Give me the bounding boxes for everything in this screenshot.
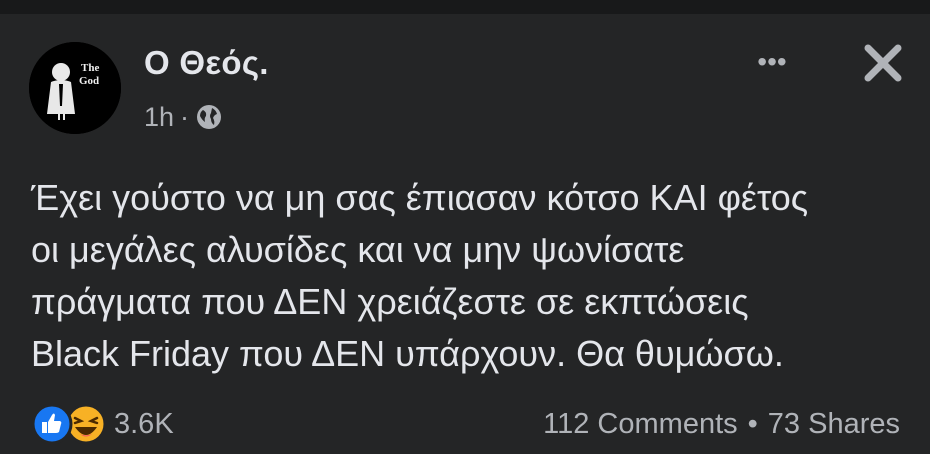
- godfather-logo-avatar: The God: [29, 42, 121, 134]
- shares-count-link[interactable]: 73 Shares: [768, 408, 900, 441]
- reaction-count[interactable]: 3.6K: [114, 408, 174, 441]
- comments-count-link[interactable]: 112 Comments: [543, 408, 738, 441]
- close-icon: [864, 44, 902, 82]
- post-time[interactable]: 1h: [144, 102, 174, 133]
- top-divider: [0, 0, 930, 14]
- reactions-summary[interactable]: 3.6K: [30, 401, 174, 447]
- post-text: Έχει γούστο να μη σας έπιασαν κότσο ΚΑΙ …: [31, 177, 809, 374]
- reaction-icons: [30, 401, 110, 447]
- globe-icon[interactable]: [195, 103, 223, 131]
- avatar-text-the: The: [81, 62, 99, 74]
- author-name[interactable]: Ο Θεός.: [144, 44, 269, 82]
- like-icon: [31, 403, 73, 445]
- post-meta: 1h ·: [144, 100, 223, 134]
- close-button[interactable]: [856, 40, 910, 90]
- engagement-stats: 112 Comments • 73 Shares: [543, 401, 900, 447]
- avatar-text-god: God: [79, 75, 99, 87]
- stats-dot: •: [747, 407, 758, 440]
- meta-separator: ·: [180, 101, 190, 132]
- more-options-button[interactable]: •••: [748, 44, 796, 80]
- avatar[interactable]: The God: [29, 42, 121, 134]
- haha-icon: [65, 403, 107, 445]
